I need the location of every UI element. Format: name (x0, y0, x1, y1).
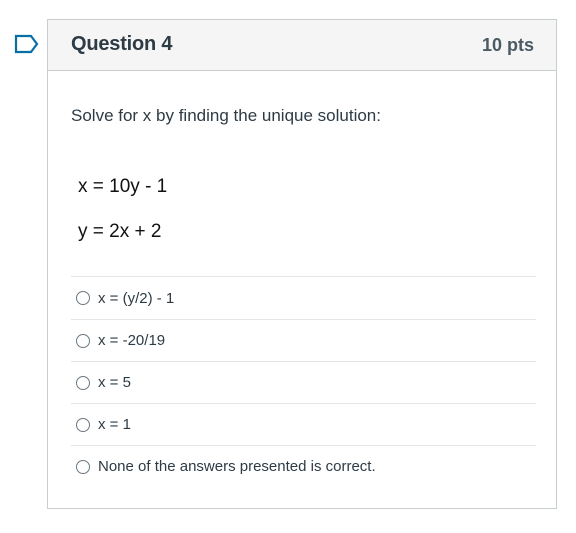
answer-option-2[interactable]: x = -20/19 (71, 319, 536, 361)
equation-1: x = 10y - 1 (78, 176, 168, 197)
answer-label[interactable]: None of the answers presented is correct… (98, 458, 376, 475)
answer-label[interactable]: x = 5 (98, 374, 131, 391)
flag-question-icon[interactable] (14, 34, 40, 54)
question-points: 10 pts (481, 35, 534, 55)
question-prompt: Solve for x by finding the unique soluti… (71, 106, 381, 125)
radio-icon[interactable] (76, 333, 90, 348)
radio-icon[interactable] (76, 375, 90, 390)
radio-icon[interactable] (76, 291, 90, 305)
question-header: Question 4 10 pts (48, 20, 556, 71)
answer-option-1[interactable]: x = (y/2) - 1 (71, 276, 536, 319)
radio-icon[interactable] (76, 417, 90, 432)
answer-option-5[interactable]: None of the answers presented is correct… (71, 445, 536, 487)
answer-list: x = (y/2) - 1 x = -20/19 x = 5 x = 1 Non… (71, 276, 536, 487)
answer-label[interactable]: x = (y/2) - 1 (98, 290, 174, 307)
equation-2: y = 2x + 2 (78, 221, 162, 242)
question-card: Question 4 10 pts Solve for x by finding… (47, 19, 557, 509)
answer-option-4[interactable]: x = 1 (71, 403, 536, 445)
question-title: Question 4 (71, 33, 173, 55)
answer-label[interactable]: x = 1 (98, 416, 131, 433)
answer-option-3[interactable]: x = 5 (71, 361, 536, 403)
radio-icon[interactable] (76, 459, 90, 474)
answer-label[interactable]: x = -20/19 (98, 332, 165, 349)
